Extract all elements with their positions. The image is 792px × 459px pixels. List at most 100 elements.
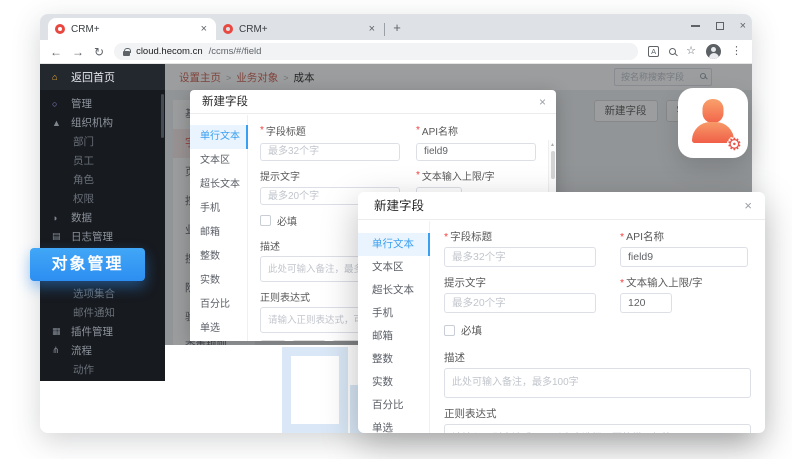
field-type-tab[interactable]: 单选	[358, 417, 429, 433]
field-type-tab[interactable]: 文本区	[190, 149, 247, 173]
sidebar-item[interactable]: ⋔流程	[40, 341, 165, 360]
close-window-button[interactable]: ×	[740, 21, 746, 32]
sidebar-item[interactable]: 动作	[40, 360, 165, 379]
profile-avatar[interactable]	[706, 44, 721, 59]
sidebar-item-label: 邮件通知	[73, 305, 115, 320]
browser-menu-icon[interactable]: ⋮	[731, 46, 742, 57]
sidebar-item[interactable]: 审批流程	[40, 379, 165, 381]
scrollbar-thumb[interactable]	[551, 151, 555, 179]
regex-tag-chip[interactable]	[260, 340, 286, 341]
api-name-input[interactable]	[416, 143, 536, 161]
field-type-tab[interactable]: 整数	[190, 245, 247, 269]
sidebar-item[interactable]: 权限	[40, 189, 165, 208]
text-limit-input[interactable]	[620, 293, 672, 313]
field-type-tab[interactable]: 手机	[190, 197, 247, 221]
field-type-tab-label: 邮箱	[200, 227, 220, 238]
field-type-tab-label: 实数	[200, 275, 220, 286]
zoom-search-icon[interactable]	[669, 48, 676, 55]
forward-icon[interactable]: →	[72, 46, 84, 58]
browser-tab-active[interactable]: CRM+ ×	[48, 18, 216, 40]
field-type-tab[interactable]: 百分比	[358, 394, 429, 417]
window-controls: ×	[691, 14, 746, 38]
url-path: /ccms/#/field	[209, 46, 262, 57]
field-type-tab[interactable]: 邮箱	[358, 325, 429, 348]
field-type-tab[interactable]: 文本区	[358, 256, 429, 279]
field-type-tab[interactable]: 手机	[358, 302, 429, 325]
sidebar-item[interactable]: 部门	[40, 132, 165, 151]
sidebar-item[interactable]: 邮件通知	[40, 303, 165, 322]
field-type-tab-label: 百分比	[372, 399, 404, 411]
back-icon[interactable]: ←	[50, 46, 62, 58]
field-type-tab[interactable]: 多选	[190, 341, 247, 345]
field-type-tab[interactable]: 百分比	[190, 293, 247, 317]
field-type-tab-label: 手机	[200, 203, 220, 214]
object-management-callout[interactable]: 对象管理	[30, 248, 145, 281]
field-type-tab[interactable]: 实数	[190, 269, 247, 293]
field-type-tab[interactable]: 整数	[358, 348, 429, 371]
required-asterisk: *	[620, 231, 624, 243]
tab-close-icon[interactable]: ×	[367, 23, 377, 36]
field-type-tab-label: 文本区	[372, 261, 404, 273]
dialog-title: 新建字段	[190, 90, 556, 114]
sidebar-item-label: 员工	[73, 153, 94, 168]
api-name-label: API名称	[422, 123, 458, 138]
field-type-tab[interactable]: 单选	[190, 317, 247, 341]
field-title-input[interactable]	[260, 143, 400, 161]
minimize-button[interactable]	[691, 25, 700, 27]
field-type-tab[interactable]: 邮箱	[190, 221, 247, 245]
field-type-tab[interactable]: 单行文本	[358, 233, 429, 256]
text-limit-label: 文本输入上限/字	[422, 168, 495, 183]
sidebar-item[interactable]: 选项集合	[40, 284, 165, 303]
sidebar-item[interactable]: ◑数据	[40, 208, 165, 227]
hint-text-label: 提示文字	[444, 275, 486, 290]
regex-tag-chip[interactable]	[292, 340, 326, 341]
field-type-tab[interactable]: 单行文本	[190, 125, 247, 149]
maximize-button[interactable]	[716, 22, 724, 30]
hint-text-input[interactable]	[444, 293, 596, 313]
reload-icon[interactable]: ↻	[94, 46, 104, 58]
description-textarea[interactable]	[444, 368, 751, 398]
sidebar-scrollbar[interactable]	[161, 94, 164, 138]
required-checkbox[interactable]	[260, 215, 271, 226]
sidebar-item[interactable]: ⌂返回首页	[40, 64, 165, 90]
sidebar-item[interactable]: ▦ 插件管理	[40, 322, 165, 341]
field-type-tab-label: 单选	[372, 422, 393, 433]
plugin-icon: ▦	[52, 326, 67, 337]
sidebar-item[interactable]: 员工	[40, 151, 165, 170]
scroll-up-icon[interactable]: ▲	[550, 142, 555, 148]
sidebar-item[interactable]: ▲组织机构	[40, 113, 165, 132]
required-asterisk: *	[416, 170, 420, 181]
tab-close-icon[interactable]: ×	[199, 23, 209, 36]
sidebar-item[interactable]: ○管理	[40, 94, 165, 113]
sidebar-item-label: 插件管理	[71, 324, 113, 339]
new-tab-button[interactable]: +	[385, 18, 409, 40]
sidebar-item-label: 数据	[71, 210, 92, 225]
browser-tab[interactable]: CRM+ ×	[216, 18, 384, 40]
field-type-tab-label: 超长文本	[200, 179, 240, 190]
address-input[interactable]: cloud.hecom.cn/ccms/#/field	[114, 43, 638, 60]
tab-strip: CRM+ × CRM+ × + ×	[40, 14, 752, 40]
new-field-dialog-front: 新建字段 × 单行文本文本区超长文本手机邮箱整数实数百分比单选多选 *字段标题 …	[358, 192, 765, 433]
field-title-label: 字段标题	[450, 229, 492, 244]
field-type-tab-label: 单行文本	[372, 238, 414, 250]
sidebar-item[interactable]: ▤日志管理	[40, 227, 165, 246]
dialog-close-icon[interactable]: ×	[539, 90, 546, 114]
dialog-close-icon[interactable]: ×	[744, 192, 752, 220]
field-type-tab-label: 单行文本	[200, 131, 240, 142]
translate-icon[interactable]: A	[648, 46, 659, 57]
field-type-tab[interactable]: 超长文本	[190, 173, 247, 197]
field-type-tab[interactable]: 超长文本	[358, 279, 429, 302]
sidebar-item[interactable]: 角色	[40, 170, 165, 189]
sidebar-item-label: 日志管理	[71, 229, 113, 244]
required-checkbox[interactable]	[444, 325, 455, 336]
field-type-tab[interactable]: 实数	[358, 371, 429, 394]
gear-icon: ⚙	[727, 136, 742, 153]
field-type-tab-label: 邮箱	[372, 330, 393, 342]
field-title-input[interactable]	[444, 247, 596, 267]
field-type-tab-label: 文本区	[200, 155, 230, 166]
bookmark-star-icon[interactable]: ☆	[686, 46, 696, 57]
api-name-input[interactable]	[620, 247, 748, 267]
sidebar-item-label: 选项集合	[73, 286, 115, 301]
regex-textarea[interactable]	[444, 424, 751, 433]
user-settings-card: ⚙	[678, 88, 748, 158]
